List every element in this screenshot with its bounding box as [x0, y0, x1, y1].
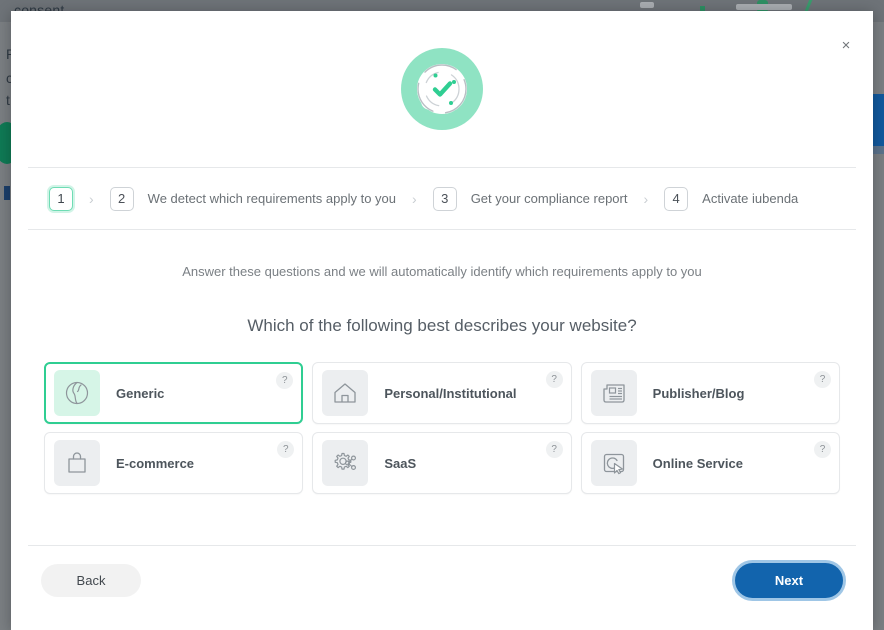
option-label: Publisher/Blog — [652, 385, 745, 401]
option-card-generic[interactable]: Generic ? — [44, 362, 304, 424]
help-icon[interactable]: ? — [814, 371, 831, 388]
step-number: 2 — [109, 186, 134, 211]
newspaper-icon — [590, 370, 637, 416]
step-label: Get your compliance report — [470, 191, 628, 206]
progress-stepper: 1 › 2 We detect which requirements apply… — [11, 168, 873, 229]
background-line — [736, 4, 792, 10]
option-card-online-service[interactable]: Online Service ? — [580, 432, 840, 494]
next-button[interactable]: Next — [735, 563, 843, 598]
option-label: SaaS — [384, 455, 417, 471]
step-number: 3 — [432, 186, 457, 211]
intro-text: Answer these questions and we will autom… — [182, 264, 702, 279]
close-icon[interactable]: × — [834, 33, 858, 57]
option-label: Online Service — [652, 455, 743, 471]
background-line — [640, 2, 654, 8]
help-icon[interactable]: ? — [277, 441, 295, 458]
divider-stepper — [28, 229, 856, 230]
step-number: 1 — [49, 186, 73, 211]
back-button[interactable]: Back — [41, 564, 141, 597]
stepper-step-4[interactable]: 4 Activate iubenda — [664, 186, 799, 211]
option-card-personal-institutional[interactable]: Personal/Institutional ? — [312, 362, 572, 424]
chevron-right-icon: › — [89, 190, 94, 207]
option-card-ecommerce[interactable]: E-commerce ? — [44, 432, 304, 494]
help-icon[interactable]: ? — [545, 371, 563, 388]
globe-icon — [54, 370, 100, 416]
chevron-right-icon: › — [412, 190, 417, 207]
option-label: E-commerce — [116, 455, 195, 471]
modal-footer: Back Next — [11, 546, 873, 598]
stepper-step-1[interactable]: 1 — [49, 186, 73, 211]
stepper-step-3[interactable]: 3 Get your compliance report — [432, 186, 628, 211]
background-blue-marker — [4, 186, 10, 200]
chevron-right-icon: › — [643, 190, 649, 207]
question-heading: Which of the following best describes yo… — [247, 316, 637, 335]
website-type-options: Generic ? Personal/Institutional ? Publi… — [35, 362, 849, 494]
browser-cursor-icon — [590, 440, 637, 486]
step-label: Activate iubenda — [702, 191, 799, 206]
step-label: We detect which requirements apply to yo… — [147, 191, 397, 206]
option-card-saas[interactable]: SaaS ? — [312, 432, 572, 494]
help-icon[interactable]: ? — [545, 441, 563, 458]
background-text-fragment: t — [6, 92, 11, 108]
compliance-check-icon — [401, 48, 483, 130]
help-icon[interactable]: ? — [814, 441, 831, 458]
background-blue-panel-shadow — [872, 146, 884, 154]
modal-hero — [11, 11, 873, 167]
option-label: Personal/Institutional — [384, 385, 517, 401]
stepper-step-2[interactable]: 2 We detect which requirements apply to … — [109, 186, 397, 211]
step-number: 4 — [664, 186, 689, 211]
help-icon[interactable]: ? — [276, 372, 294, 389]
background-blue-panel — [872, 94, 884, 146]
house-icon — [322, 370, 369, 416]
onboarding-modal: × 1 › 2 We detect which requirements app… — [11, 11, 873, 630]
option-label: Generic — [116, 385, 165, 401]
option-card-publisher-blog[interactable]: Publisher/Blog ? — [580, 362, 840, 424]
shopping-bag-icon — [54, 440, 100, 486]
gear-network-icon — [322, 440, 369, 486]
modal-content: Answer these questions and we will autom… — [11, 264, 873, 494]
